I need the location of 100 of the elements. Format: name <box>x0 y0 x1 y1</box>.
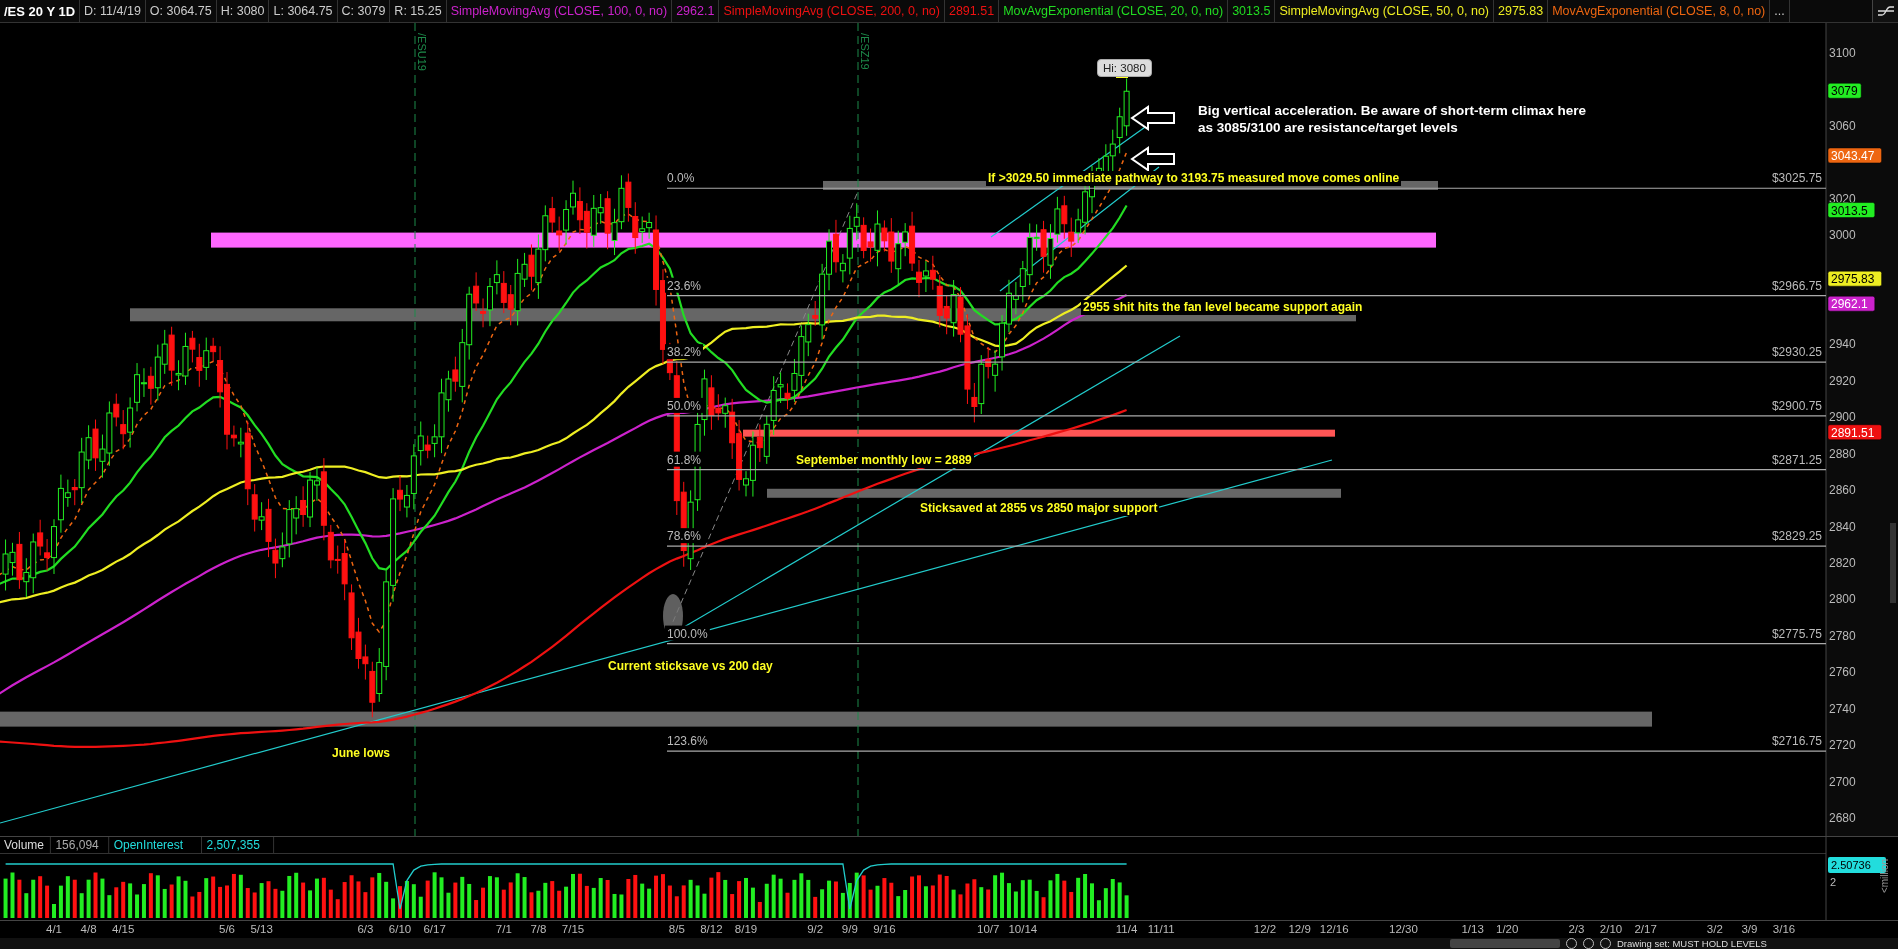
fibonacci-price: $3025.75 <box>1771 171 1822 186</box>
date-tick: 5/6 <box>219 923 235 935</box>
price-tick: 3100 <box>1829 46 1856 60</box>
date-tick: 12/30 <box>1389 923 1418 935</box>
symbol-label: /ES 20 Y 1D <box>4 3 76 19</box>
volume-value: 156,094 <box>55 838 99 852</box>
price-tick: 2740 <box>1829 701 1856 716</box>
date-tick: 6/10 <box>388 923 412 935</box>
quote-field: D: 11/4/19 <box>84 4 141 18</box>
quote-field: L: 3064.75 <box>273 4 333 18</box>
price-tick: 3020 <box>1829 191 1856 206</box>
date-tick: 7/15 <box>561 923 585 935</box>
study-name: SimpleMovingAvg (CLOSE, 200, 0, no) <box>723 4 940 18</box>
study-value: 3013.5 <box>1232 4 1271 18</box>
date-tick: 10/14 <box>1008 923 1038 935</box>
date-tick: 1/20 <box>1496 923 1519 935</box>
study-name: SimpleMovingAvg (CLOSE, 100, 0, no) <box>450 4 668 18</box>
study-name: MovAvgExponential (CLOSE, 20, 0, no) <box>1003 4 1224 18</box>
more-label: ... <box>1774 4 1785 18</box>
contract-label: /ESZ19 <box>859 33 871 70</box>
price-tick: 2820 <box>1829 556 1856 570</box>
price-tag-value: 2891.51 <box>1831 425 1875 440</box>
fibonacci-percent: 123.6% <box>665 733 710 749</box>
fibonacci-price: $2716.75 <box>1771 734 1822 749</box>
date-tick: 6/17 <box>423 923 446 935</box>
price-tag-value: 2962.1 <box>1831 297 1868 312</box>
quote-field: C: 3079 <box>341 4 386 18</box>
fibonacci-percent: 78.6% <box>665 528 703 544</box>
date-tick: 4/15 <box>112 923 135 935</box>
high-label: Hi: 3080 <box>1097 59 1152 77</box>
date-tick: 10/7 <box>977 923 1000 935</box>
price-tick: 2940 <box>1829 337 1856 352</box>
study-name: MovAvgExponential (CLOSE, 8, 0, no) <box>1552 4 1766 18</box>
price-tick: 3060 <box>1829 118 1856 133</box>
date-tick: 12/16 <box>1319 923 1349 935</box>
chart-annotation: Sticksaved at 2855 vs 2850 major support <box>918 501 1160 516</box>
date-tick: 6/3 <box>357 923 374 935</box>
date-tick: 8/5 <box>668 923 685 935</box>
fibonacci-percent: 50.0% <box>665 397 703 413</box>
left-arrow <box>1130 105 1175 131</box>
volume-tick: 2 <box>1830 876 1837 888</box>
fibonacci-price: $2775.75 <box>1771 626 1822 641</box>
scrollbar-thumb[interactable] <box>1450 939 1560 948</box>
date-tick: 3/2 <box>1706 923 1723 935</box>
date-tick: 9/2 <box>807 923 824 935</box>
date-tick: 11/4 <box>1115 923 1138 935</box>
date-tick: 1/13 <box>1461 923 1484 935</box>
date-tick: 2/17 <box>1634 923 1657 935</box>
scrollbar-thumb[interactable] <box>1890 523 1896 603</box>
callout-note: Big vertical acceleration. Be aware of short-term climax here as 3085/3100 are resistance/target levels <box>1198 103 1586 137</box>
date-tick: 3/16 <box>1772 923 1796 935</box>
price-tick: 3000 <box>1829 228 1856 243</box>
date-tick: 9/16 <box>873 923 896 935</box>
price-tick: 2900 <box>1829 410 1856 425</box>
price-tag-value: 3013.5 <box>1831 203 1868 218</box>
date-tick: 5/13 <box>250 923 273 935</box>
fibonacci-price: $2900.75 <box>1771 398 1822 413</box>
fibonacci-price: $2829.25 <box>1771 529 1822 544</box>
contract-label: /ESU19 <box>416 33 428 71</box>
date-tick: 8/12 <box>700 923 723 935</box>
price-tick: 2860 <box>1829 483 1856 498</box>
left-arrow <box>1130 146 1175 172</box>
price-tick: 2780 <box>1829 628 1856 643</box>
quote-field: H: 3080 <box>220 4 265 18</box>
chart-annotation: 2955 shit hits the fan level became support again <box>1081 300 1365 315</box>
date-tick: 7/1 <box>495 923 512 935</box>
date-tick: 2/3 <box>1568 923 1585 935</box>
price-tick: 2680 <box>1829 811 1856 825</box>
chart-annotation: Current sticksave vs 200 day <box>606 659 775 674</box>
open-interest-label: OpenInterest <box>113 838 184 852</box>
fibonacci-percent: 23.6% <box>665 277 703 293</box>
date-tick: 4/1 <box>46 923 62 935</box>
curve-icon <box>1876 3 1895 19</box>
price-tick: 2800 <box>1829 592 1856 607</box>
study-value: 2891.51 <box>948 4 995 18</box>
date-tick: 12/2 <box>1253 923 1277 935</box>
study-name: SimpleMovingAvg (CLOSE, 50, 0, no) <box>1279 4 1489 18</box>
quote-field: R: 15.25 <box>394 4 442 18</box>
price-tag-value: 3079 <box>1831 84 1858 99</box>
date-tick: 4/8 <box>80 923 97 935</box>
volume-unit-label: <million <box>1879 858 1890 894</box>
date-tick: 11/11 <box>1147 923 1175 935</box>
chart-annotation: September monthly low = 2889 <box>794 453 974 468</box>
price-tag-value: 3043.47 <box>1831 148 1875 163</box>
quote-field: O: 3064.75 <box>149 4 212 18</box>
date-tick: 7/8 <box>530 923 547 935</box>
date-tick: 12/9 <box>1288 923 1311 935</box>
open-interest-value: 2,507,355 <box>206 838 260 852</box>
study-value: 2962.1 <box>676 4 715 18</box>
study-settings-button[interactable] <box>1872 0 1898 22</box>
fibonacci-percent: 38.2% <box>665 344 703 360</box>
price-tag-value: 2975.83 <box>1831 272 1875 287</box>
price-tick: 2920 <box>1829 373 1856 388</box>
date-tick: 8/19 <box>734 923 758 935</box>
fibonacci-price: $2930.25 <box>1771 345 1822 360</box>
fibonacci-percent: 61.8% <box>665 451 703 467</box>
chart-annotation: If >3029.50 immediate pathway to 3193.75 measured move comes online <box>986 171 1402 186</box>
study-value: 2975.83 <box>1498 4 1544 18</box>
price-tick: 2720 <box>1829 738 1856 753</box>
price-tick: 2700 <box>1829 774 1856 789</box>
